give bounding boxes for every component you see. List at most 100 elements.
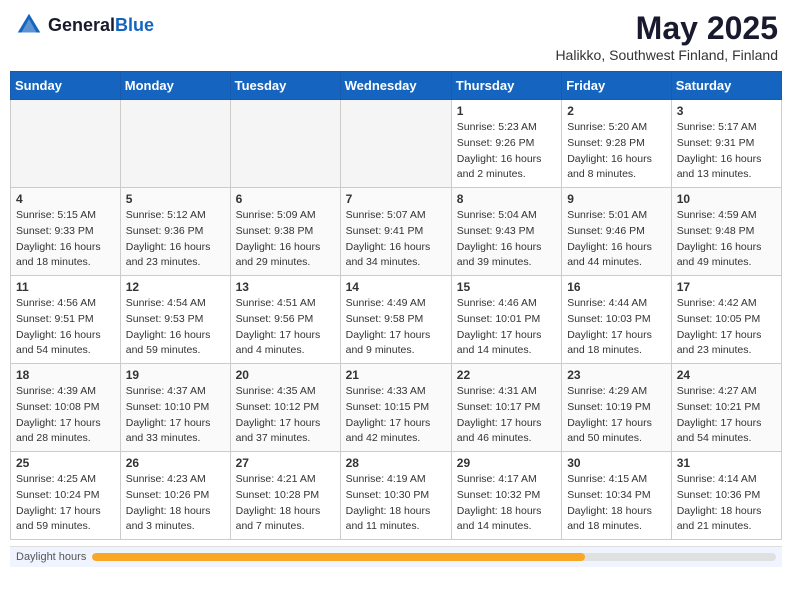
calendar-day30: 30Sunrise: 4:15 AMSunset: 10:34 PMDaylig… xyxy=(562,452,672,540)
calendar-weekday-saturday: Saturday xyxy=(671,72,781,100)
calendar-day13: 13Sunrise: 4:51 AMSunset: 9:56 PMDayligh… xyxy=(230,276,340,364)
day-info: Sunrise: 5:20 AMSunset: 9:28 PMDaylight:… xyxy=(567,120,666,183)
day-number: 4 xyxy=(16,192,115,206)
calendar-day27: 27 Sunrise: 4:21 AMSunset: 10:28 PMDaylig… xyxy=(230,452,340,540)
calendar-day5: 5 Sunrise: 5:12 AMSunset: 9:36 PMDaylight… xyxy=(120,188,230,276)
title-block: May 2025 Halikko, Southwest Finland, Fin… xyxy=(555,10,778,63)
calendar-header-row: SundayMondayTuesdayWednesdayThursdayFrid… xyxy=(11,72,782,100)
day-info: Sunrise: 4:29 AMSunset: 10:19 PMDaylight… xyxy=(567,384,666,447)
day-info: Sunrise: 4:56 AMSunset: 9:51 PMDaylight:… xyxy=(16,296,115,359)
calendar-day4: 4 Sunrise: 5:15 AMSunset: 9:33 PMDaylight… xyxy=(11,188,121,276)
day-number: 10 xyxy=(677,192,776,206)
calendar-day14: 14Sunrise: 4:49 AMSunset: 9:58 PMDayligh… xyxy=(340,276,451,364)
calendar-day6: 6 Sunrise: 5:09 AMSunset: 9:38 PMDaylight… xyxy=(230,188,340,276)
calendar-day8: 8 Sunrise: 5:04 AMSunset: 9:43 PMDaylight… xyxy=(451,188,561,276)
day-number: 23 xyxy=(567,368,666,382)
calendar-week-1: 1 Sunrise: 5:23 AMSunset: 9:26 PMDaylight… xyxy=(11,100,782,188)
location-subtitle: Halikko, Southwest Finland, Finland xyxy=(555,47,778,63)
logo-general: General xyxy=(48,15,115,35)
day-number: 20 xyxy=(236,368,335,382)
daylight-footer: Daylight hours xyxy=(10,546,782,567)
day-info: Sunrise: 4:54 AMSunset: 9:53 PMDaylight:… xyxy=(126,296,225,359)
day-info: Sunrise: 5:07 AMSunset: 9:41 PMDaylight:… xyxy=(346,208,446,271)
day-number: 31 xyxy=(677,456,776,470)
day-number: 19 xyxy=(126,368,225,382)
day-number: 2 xyxy=(567,104,666,118)
day-number: 24 xyxy=(677,368,776,382)
day-info: Sunrise: 5:09 AMSunset: 9:38 PMDaylight:… xyxy=(236,208,335,271)
calendar-day3: 3Sunrise: 5:17 AMSunset: 9:31 PMDaylight… xyxy=(671,100,781,188)
calendar-weekday-thursday: Thursday xyxy=(451,72,561,100)
day-info: Sunrise: 5:15 AMSunset: 9:33 PMDaylight:… xyxy=(16,208,115,271)
day-info: Sunrise: 5:12 AMSunset: 9:36 PMDaylight:… xyxy=(126,208,225,271)
day-info: Sunrise: 4:39 AMSunset: 10:08 PMDaylight… xyxy=(16,384,115,447)
calendar-day25: 25Sunrise: 4:25 AMSunset: 10:24 PMDaylig… xyxy=(11,452,121,540)
calendar-day28: 28Sunrise: 4:19 AMSunset: 10:30 PMDaylig… xyxy=(340,452,451,540)
calendar-weekday-sunday: Sunday xyxy=(11,72,121,100)
logo-icon xyxy=(14,10,44,40)
day-number: 11 xyxy=(16,280,115,294)
calendar-day15: 15Sunrise: 4:46 AMSunset: 10:01 PMDaylig… xyxy=(451,276,561,364)
calendar-day16: 16 Sunrise: 4:44 AMSunset: 10:03 PMDaylig… xyxy=(562,276,672,364)
day-number: 29 xyxy=(457,456,556,470)
calendar-week-3: 11 Sunrise: 4:56 AMSunset: 9:51 PMDayligh… xyxy=(11,276,782,364)
logo: GeneralBlue xyxy=(14,10,154,40)
calendar-dayempty xyxy=(120,100,230,188)
calendar-day22: 22 Sunrise: 4:31 AMSunset: 10:17 PMDaylig… xyxy=(451,364,561,452)
calendar-dayempty xyxy=(230,100,340,188)
calendar-day29: 29Sunrise: 4:17 AMSunset: 10:32 PMDaylig… xyxy=(451,452,561,540)
calendar-day7: 7 Sunrise: 5:07 AMSunset: 9:41 PMDaylight… xyxy=(340,188,451,276)
calendar-day18: 18 Sunrise: 4:39 AMSunset: 10:08 PMDaylig… xyxy=(11,364,121,452)
day-info: Sunrise: 4:37 AMSunset: 10:10 PMDaylight… xyxy=(126,384,225,447)
day-info: Sunrise: 4:25 AMSunset: 10:24 PMDaylight… xyxy=(16,472,115,535)
calendar-dayempty xyxy=(340,100,451,188)
day-info: Sunrise: 4:35 AMSunset: 10:12 PMDaylight… xyxy=(236,384,335,447)
day-info: Sunrise: 4:44 AMSunset: 10:03 PMDaylight… xyxy=(567,296,666,359)
calendar-day24: 24 Sunrise: 4:27 AMSunset: 10:21 PMDaylig… xyxy=(671,364,781,452)
day-info: Sunrise: 4:59 AMSunset: 9:48 PMDaylight:… xyxy=(677,208,776,271)
calendar-table: SundayMondayTuesdayWednesdayThursdayFrid… xyxy=(10,71,782,540)
calendar-week-4: 18 Sunrise: 4:39 AMSunset: 10:08 PMDaylig… xyxy=(11,364,782,452)
day-number: 5 xyxy=(126,192,225,206)
calendar-day26: 26 Sunrise: 4:23 AMSunset: 10:26 PMDaylig… xyxy=(120,452,230,540)
day-info: Sunrise: 4:33 AMSunset: 10:15 PMDaylight… xyxy=(346,384,446,447)
day-info: Sunrise: 5:04 AMSunset: 9:43 PMDaylight:… xyxy=(457,208,556,271)
day-number: 18 xyxy=(16,368,115,382)
calendar-day2: 2 Sunrise: 5:20 AMSunset: 9:28 PMDaylight… xyxy=(562,100,672,188)
day-info: Sunrise: 4:15 AMSunset: 10:34 PMDaylight… xyxy=(567,472,666,535)
page-header: GeneralBlue May 2025 Halikko, Southwest … xyxy=(10,10,782,63)
calendar-day1: 1 Sunrise: 5:23 AMSunset: 9:26 PMDaylight… xyxy=(451,100,561,188)
day-number: 15 xyxy=(457,280,556,294)
day-number: 26 xyxy=(126,456,225,470)
calendar-weekday-wednesday: Wednesday xyxy=(340,72,451,100)
day-number: 1 xyxy=(457,104,556,118)
day-number: 13 xyxy=(236,280,335,294)
calendar-day11: 11 Sunrise: 4:56 AMSunset: 9:51 PMDayligh… xyxy=(11,276,121,364)
day-number: 17 xyxy=(677,280,776,294)
month-title: May 2025 xyxy=(555,10,778,47)
day-info: Sunrise: 4:42 AMSunset: 10:05 PMDaylight… xyxy=(677,296,776,359)
calendar-week-2: 4 Sunrise: 5:15 AMSunset: 9:33 PMDaylight… xyxy=(11,188,782,276)
calendar-week-5: 25Sunrise: 4:25 AMSunset: 10:24 PMDaylig… xyxy=(11,452,782,540)
day-info: Sunrise: 4:31 AMSunset: 10:17 PMDaylight… xyxy=(457,384,556,447)
daylight-bar-container xyxy=(92,553,776,561)
day-info: Sunrise: 5:23 AMSunset: 9:26 PMDaylight:… xyxy=(457,120,556,183)
day-number: 21 xyxy=(346,368,446,382)
day-info: Sunrise: 4:21 AMSunset: 10:28 PMDaylight… xyxy=(236,472,335,535)
calendar-weekday-friday: Friday xyxy=(562,72,672,100)
day-number: 7 xyxy=(346,192,446,206)
day-number: 16 xyxy=(567,280,666,294)
day-number: 8 xyxy=(457,192,556,206)
day-number: 22 xyxy=(457,368,556,382)
day-info: Sunrise: 4:23 AMSunset: 10:26 PMDaylight… xyxy=(126,472,225,535)
calendar-day17: 17 Sunrise: 4:42 AMSunset: 10:05 PMDaylig… xyxy=(671,276,781,364)
calendar-weekday-monday: Monday xyxy=(120,72,230,100)
day-info: Sunrise: 4:27 AMSunset: 10:21 PMDaylight… xyxy=(677,384,776,447)
calendar-day21: 21 Sunrise: 4:33 AMSunset: 10:15 PMDaylig… xyxy=(340,364,451,452)
calendar-weekday-tuesday: Tuesday xyxy=(230,72,340,100)
day-number: 27 xyxy=(236,456,335,470)
logo-text: GeneralBlue xyxy=(48,15,154,36)
day-number: 6 xyxy=(236,192,335,206)
day-info: Sunrise: 4:49 AMSunset: 9:58 PMDaylight:… xyxy=(346,296,446,359)
calendar-day19: 19 Sunrise: 4:37 AMSunset: 10:10 PMDaylig… xyxy=(120,364,230,452)
